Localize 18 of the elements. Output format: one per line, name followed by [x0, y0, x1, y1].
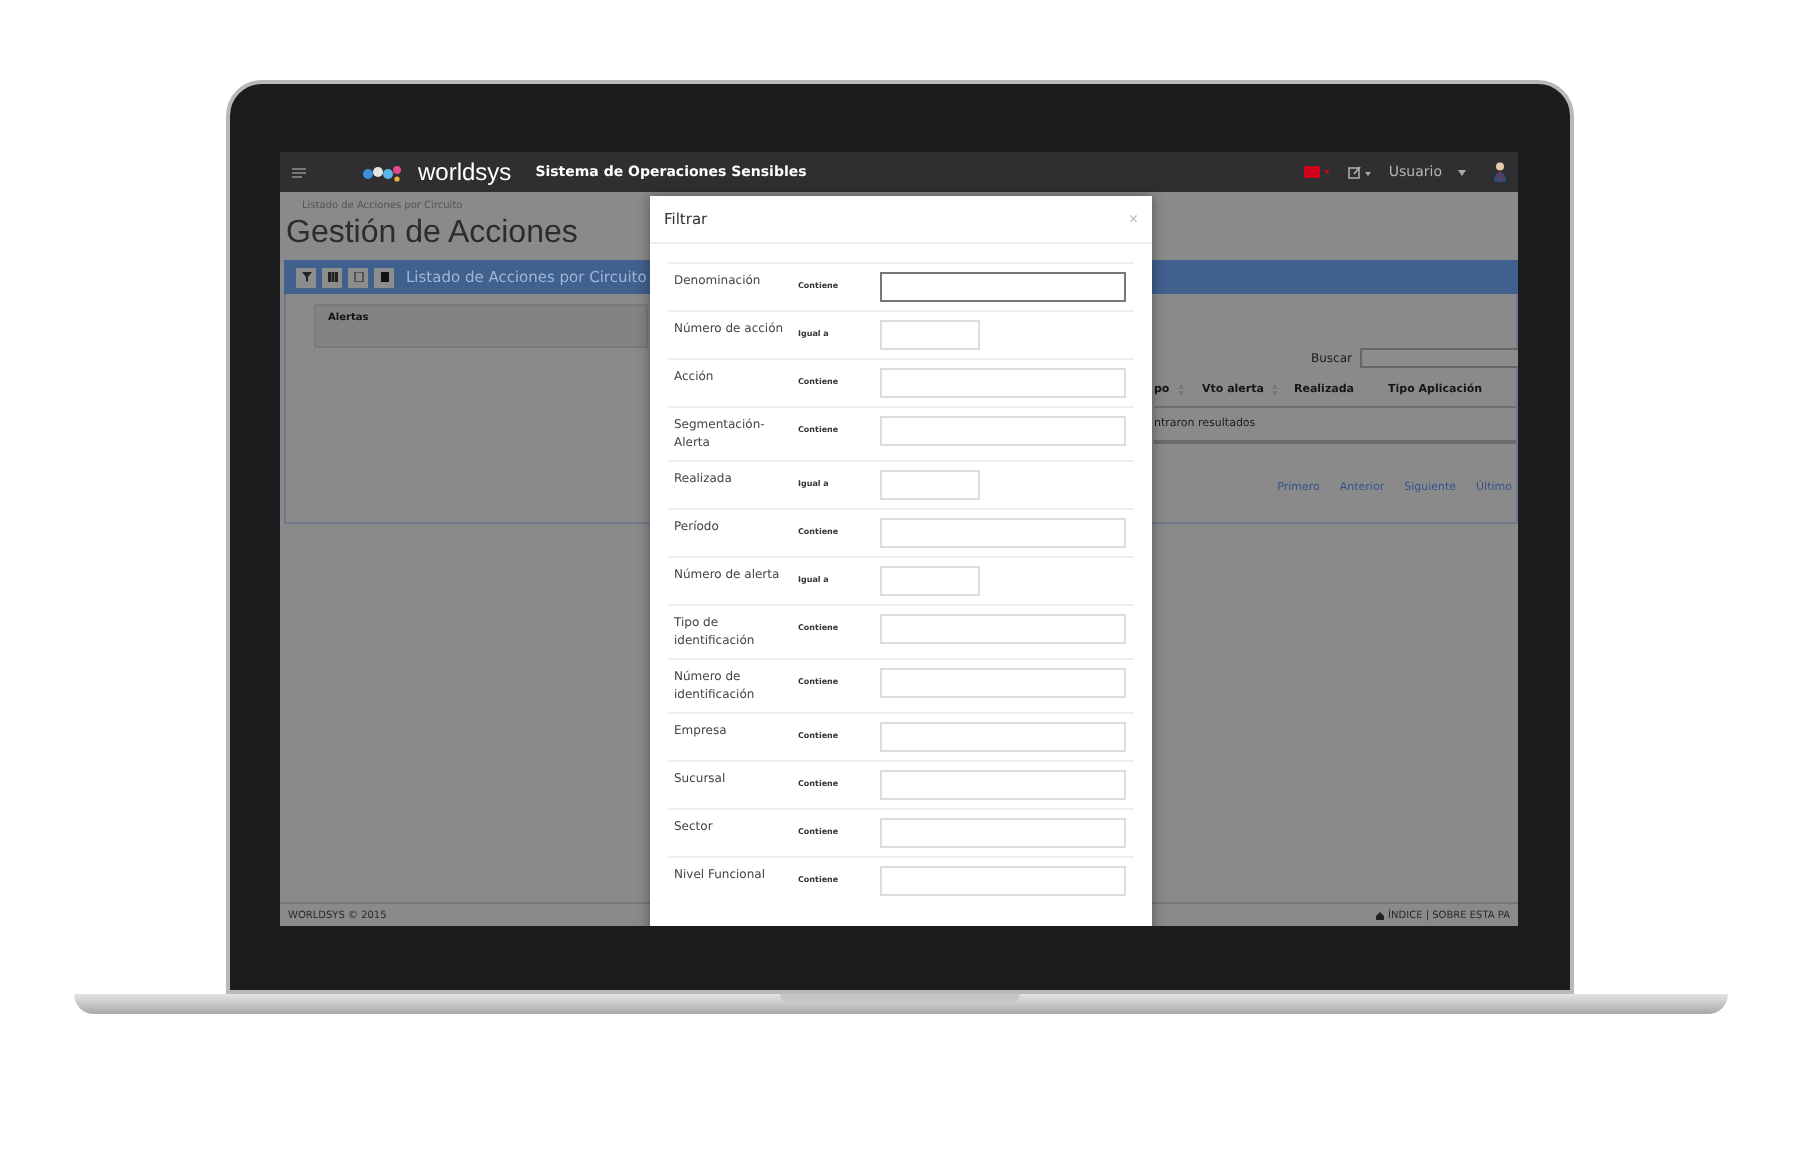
grid-icon — [327, 272, 337, 282]
caret-icon — [1458, 169, 1466, 175]
square-icon — [379, 272, 389, 282]
filter-button[interactable] — [296, 267, 316, 287]
delete-button[interactable] — [374, 267, 394, 287]
search-field[interactable] — [1360, 348, 1518, 368]
document-icon — [353, 272, 363, 282]
filter-input[interactable] — [880, 272, 1126, 302]
flag-icon[interactable] — [1304, 166, 1333, 178]
page-title: Gestión de Acciones — [286, 216, 578, 252]
edit-icon[interactable] — [1348, 165, 1373, 179]
home-icon — [1376, 911, 1385, 919]
columns-button[interactable] — [322, 267, 342, 287]
menu-icon[interactable] — [292, 167, 306, 177]
filter-icon — [301, 272, 311, 282]
avatar-icon[interactable] — [1494, 162, 1506, 182]
logo-icon — [362, 163, 402, 181]
brand-name: worldsys — [418, 158, 512, 186]
